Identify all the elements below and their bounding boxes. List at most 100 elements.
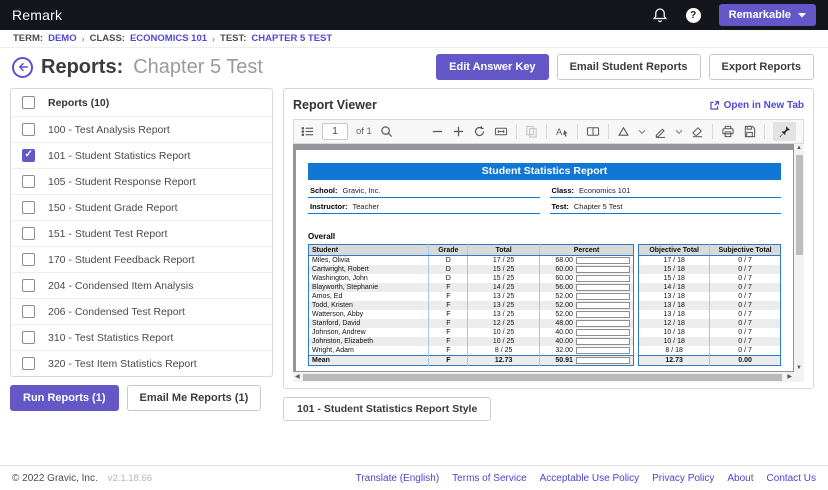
cell-percent: 52.00	[538, 292, 634, 301]
report-table-objective: Objective Total Subjective Total 17 / 18…	[638, 244, 781, 366]
percent-bar	[575, 320, 631, 327]
footer-link[interactable]: Terms of Service	[452, 473, 526, 484]
run-reports-button[interactable]: Run Reports (1)	[10, 385, 119, 411]
cell-total: 12.73	[467, 355, 540, 366]
footer-link[interactable]: Translate (English)	[356, 473, 440, 484]
footer-link[interactable]: Contact Us	[767, 473, 816, 484]
help-icon[interactable]: ?	[685, 7, 701, 23]
vertical-scrollbar[interactable]: ▲ ▼	[794, 144, 804, 372]
page-number-input[interactable]	[322, 123, 348, 140]
print-icon[interactable]	[721, 125, 735, 138]
export-reports-button[interactable]: Export Reports	[708, 54, 814, 80]
report-checkbox[interactable]	[22, 149, 35, 162]
report-checkbox[interactable]	[22, 253, 35, 266]
fit-width-icon[interactable]	[494, 125, 508, 138]
report-banner-title: Student Statistics Report	[308, 163, 781, 180]
report-checkbox[interactable]	[22, 331, 35, 344]
footer-link[interactable]: Acceptable Use Policy	[540, 473, 640, 484]
account-menu-button[interactable]: Remarkable	[718, 4, 816, 26]
cell-student: Mean	[308, 355, 429, 366]
column-header-objective-total: Objective Total	[638, 244, 710, 256]
breadcrumb: TERM: DEMO › CLASS: ECONOMICS 101 › TEST…	[0, 30, 828, 48]
column-header-total: Total	[467, 244, 540, 256]
footer-link[interactable]: Privacy Policy	[652, 473, 714, 484]
rotate-icon[interactable]	[473, 125, 486, 138]
report-checkbox[interactable]	[22, 227, 35, 240]
report-list-item[interactable]: 320 - Test Item Statistics Report	[11, 350, 272, 376]
horizontal-scrollbar-thumb[interactable]	[303, 373, 782, 381]
report-checkbox[interactable]	[22, 357, 35, 370]
pen-annotation-icon[interactable]	[654, 125, 667, 138]
zoom-in-icon[interactable]	[452, 125, 465, 138]
percent-bar	[575, 347, 631, 354]
two-page-view-icon[interactable]	[586, 125, 600, 138]
zoom-out-icon[interactable]	[431, 125, 444, 138]
percent-value: 52.00	[555, 293, 573, 300]
report-checkbox[interactable]	[22, 201, 35, 214]
report-info-grid: School: Gravic, Inc. Class: Economics 101 …	[308, 182, 781, 214]
cell-total: 13 / 25	[467, 301, 540, 310]
vertical-scrollbar-thumb[interactable]	[795, 155, 803, 255]
thumbnails-panel-icon[interactable]	[301, 125, 314, 138]
breadcrumb-class-link[interactable]: ECONOMICS 101	[130, 33, 207, 44]
report-checkbox[interactable]	[22, 279, 35, 292]
cell-objective: 13 / 18	[663, 293, 685, 300]
table-row: Mean F 12.73 50.91	[308, 355, 634, 366]
breadcrumb-class-label: CLASS:	[89, 33, 125, 44]
report-list-item[interactable]: 151 - Student Test Report	[11, 220, 272, 246]
cell-grade: D	[428, 274, 468, 283]
breadcrumb-term-link[interactable]: DEMO	[48, 33, 77, 44]
pin-toolbar-icon[interactable]	[773, 122, 796, 141]
report-list-item[interactable]: 170 - Student Feedback Report	[11, 246, 272, 272]
footer-link[interactable]: About	[727, 473, 753, 484]
table-row: Watterson, Abby F 13 / 25 52.00	[309, 310, 634, 319]
select-text-icon[interactable]: A	[555, 125, 569, 138]
eraser-icon[interactable]	[691, 125, 704, 138]
horizontal-scrollbar[interactable]: ◀ ▶	[293, 372, 794, 382]
report-list-item[interactable]: 101 - Student Statistics Report	[11, 142, 272, 168]
footer-links: Translate (English) Terms of Service Acc…	[356, 473, 816, 484]
reports-list-header[interactable]: Reports (10)	[11, 89, 272, 116]
notifications-bell-icon[interactable]	[652, 7, 668, 23]
save-icon[interactable]	[743, 125, 756, 138]
select-all-checkbox[interactable]	[22, 96, 35, 109]
report-page: Student Statistics Report School: Gravic,…	[296, 150, 793, 371]
percent-value: 52.00	[555, 311, 573, 318]
report-list-item[interactable]: 310 - Test Statistics Report	[11, 324, 272, 350]
table-row: 15 / 18 0 / 7	[639, 274, 781, 283]
report-checkbox[interactable]	[22, 123, 35, 136]
breadcrumb-test-link[interactable]: CHAPTER 5 TEST	[251, 33, 332, 44]
email-student-reports-button[interactable]: Email Student Reports	[556, 54, 701, 80]
scroll-up-arrow-icon[interactable]: ▲	[794, 145, 804, 151]
edit-answer-key-button[interactable]: Edit Answer Key	[436, 54, 549, 80]
search-icon[interactable]	[380, 125, 393, 138]
cell-subjective: 0 / 7	[709, 337, 781, 346]
report-list-item[interactable]: 204 - Condensed Item Analysis	[11, 272, 272, 298]
back-button[interactable]	[12, 56, 33, 78]
page-title: Reports:	[41, 55, 124, 78]
report-list-item[interactable]: 150 - Student Grade Report	[11, 194, 272, 220]
cell-student: Washington, John	[312, 275, 368, 282]
percent-value: 60.00	[555, 275, 573, 282]
shape-annotation-icon[interactable]	[617, 125, 630, 138]
report-style-tab[interactable]: 101 - Student Statistics Report Style	[283, 397, 492, 421]
open-in-new-tab-link[interactable]: Open in New Tab	[709, 100, 804, 111]
copyright-text: © 2022 Gravic, Inc.	[12, 472, 98, 484]
report-list-item[interactable]: 100 - Test Analysis Report	[11, 116, 272, 142]
pen-annotation-dropdown-icon[interactable]	[675, 129, 683, 135]
percent-bar	[575, 266, 631, 273]
cell-grade: F	[428, 355, 468, 366]
scroll-down-arrow-icon[interactable]: ▼	[794, 365, 804, 371]
report-checkbox[interactable]	[22, 175, 35, 188]
cell-objective: 14 / 18	[638, 283, 710, 292]
cell-objective: 10 / 18	[638, 337, 710, 346]
scroll-right-arrow-icon[interactable]: ▶	[787, 373, 792, 380]
email-me-reports-button[interactable]: Email Me Reports (1)	[126, 385, 262, 411]
percent-value: 60.00	[555, 266, 573, 273]
report-checkbox[interactable]	[22, 305, 35, 318]
shape-annotation-dropdown-icon[interactable]	[638, 129, 646, 135]
report-list-item[interactable]: 206 - Condensed Test Report	[11, 298, 272, 324]
report-list-item[interactable]: 105 - Student Response Report	[11, 168, 272, 194]
cell-subjective: 0.00	[709, 355, 781, 366]
scroll-left-arrow-icon[interactable]: ◀	[295, 373, 300, 380]
